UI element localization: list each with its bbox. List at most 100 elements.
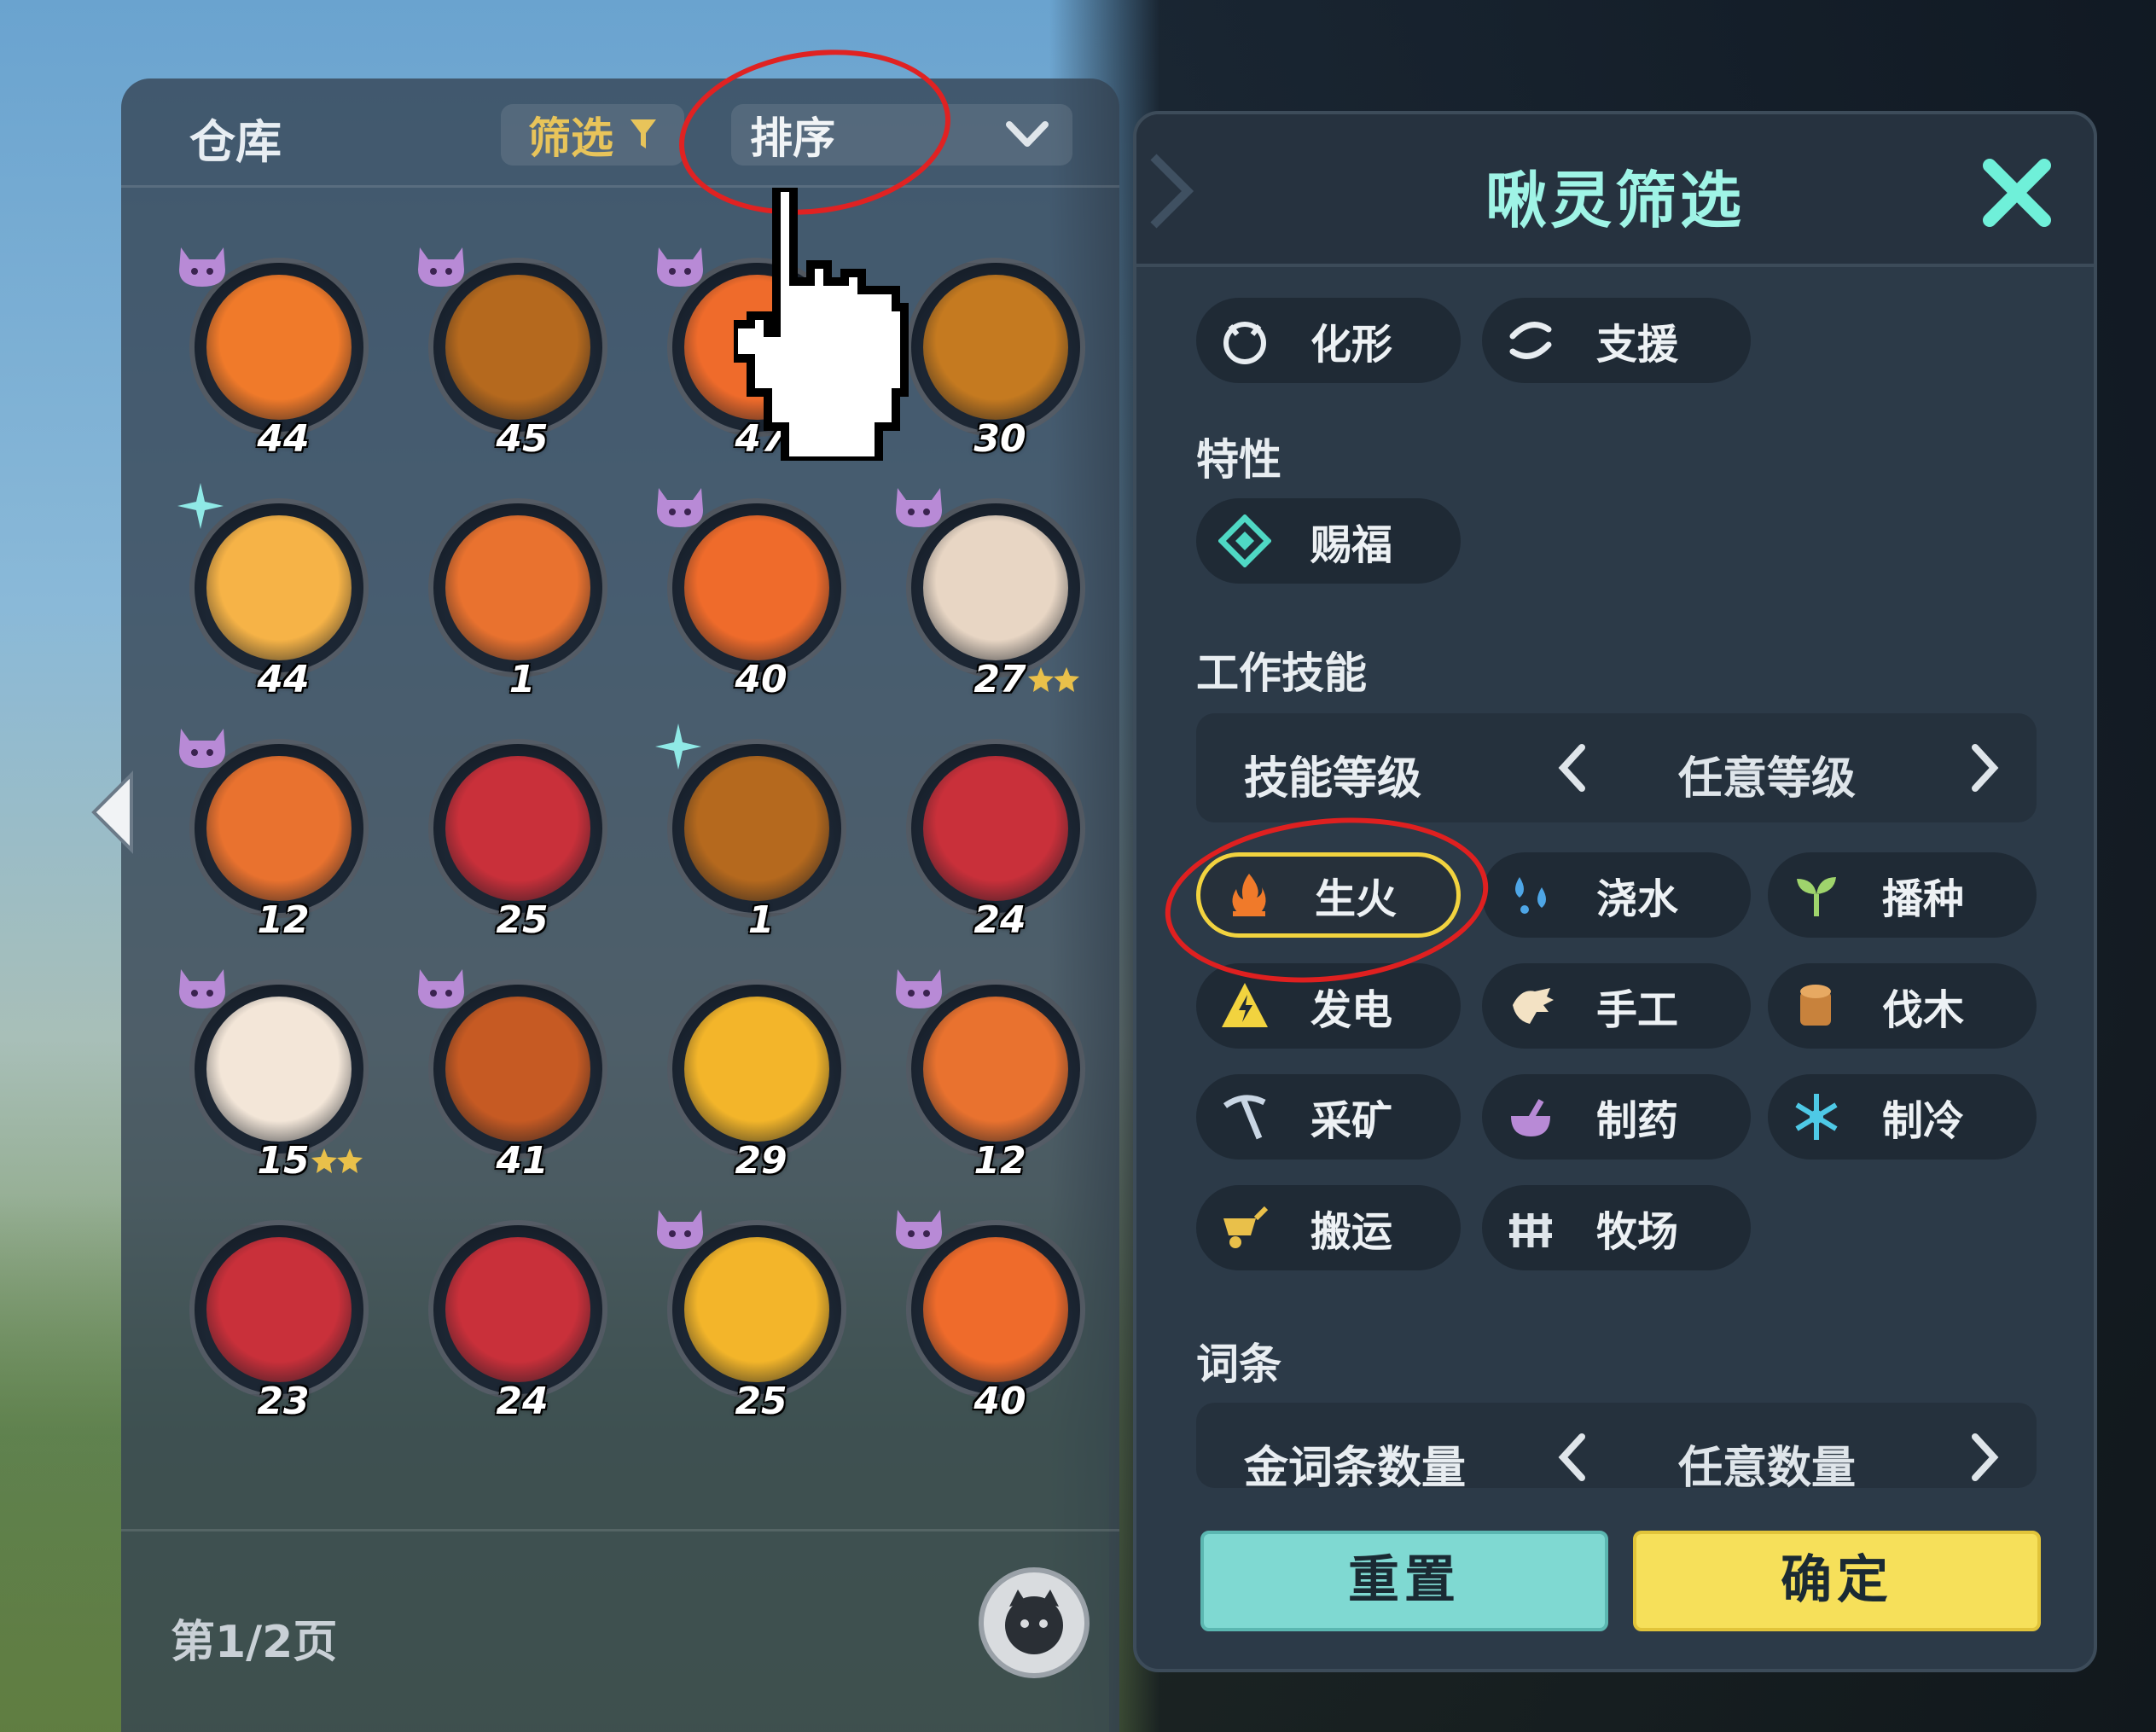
gold-entry-count-label: 金词条数量 — [1244, 1443, 1467, 1488]
pal-card[interactable]: 12 — [896, 969, 1102, 1183]
chip-label: 制药 — [1596, 1097, 1679, 1145]
demon-badge-icon — [657, 247, 703, 287]
chip-label: 播种 — [1882, 875, 1965, 923]
demon-badge-icon — [896, 1210, 942, 1249]
pal-card[interactable]: 45 — [418, 247, 625, 461]
pal-card[interactable]: 40 — [896, 1210, 1102, 1423]
pal-avatar — [428, 739, 607, 918]
pal-card[interactable]: 23 — [181, 1212, 386, 1423]
pal-portrait — [206, 275, 352, 420]
chip-label: 采矿 — [1310, 1097, 1393, 1145]
handiwork-icon — [1513, 988, 1554, 1024]
work-chip-log[interactable]: 伐木 — [1768, 963, 2037, 1049]
work-chip-water[interactable]: 浇水 — [1482, 852, 1751, 938]
pal-face-icon — [1005, 1590, 1063, 1654]
water-icon — [1515, 877, 1546, 914]
reset-button[interactable]: 重置 — [1200, 1531, 1608, 1631]
pal-portrait — [923, 997, 1068, 1142]
demon-badge-icon — [179, 729, 225, 768]
pal-level: 24 — [496, 1380, 549, 1423]
gold-entry-count-value: 任意数量 — [1678, 1443, 1857, 1488]
pal-portrait — [923, 515, 1068, 660]
pal-portrait — [684, 1237, 829, 1382]
pal-level: 44 — [257, 417, 310, 461]
work-chip-snowflake[interactable]: 制冷 — [1768, 1074, 2037, 1160]
pal-card[interactable]: 1 — [420, 490, 625, 701]
entries-section-title: 词条 — [1196, 1340, 1281, 1389]
work-chip-medicine[interactable]: 制药 — [1482, 1074, 1751, 1160]
storage-header: 仓库 筛选 排序 — [121, 78, 1119, 188]
chip-label: 发电 — [1310, 986, 1393, 1034]
work-chip-handiwork[interactable]: 手工 — [1482, 963, 1751, 1049]
pal-card[interactable]: 1 — [655, 724, 863, 942]
pal-card[interactable]: 25 — [420, 730, 625, 942]
pal-level: 44 — [257, 658, 310, 701]
chip-label: 赐福 — [1310, 521, 1393, 569]
work-chip-pickaxe[interactable]: 采矿 — [1196, 1074, 1461, 1160]
page-prev-arrow-icon[interactable] — [87, 770, 138, 855]
pal-level: 25 — [496, 898, 549, 942]
pal-level: 40 — [735, 658, 787, 701]
chip-transform[interactable]: 化形 — [1196, 298, 1461, 383]
close-icon[interactable] — [1974, 150, 2060, 235]
blessing-icon — [1218, 514, 1271, 567]
chevron-left-icon[interactable] — [1555, 1432, 1589, 1483]
chip-label: 搬运 — [1310, 1208, 1393, 1256]
pal-level: 27 — [973, 658, 1026, 701]
demon-badge-icon — [896, 488, 942, 527]
pal-card[interactable]: 24 — [420, 1212, 625, 1423]
sparkle-badge-icon — [655, 724, 701, 770]
chip-label: 牧场 — [1596, 1208, 1679, 1256]
pal-portrait — [445, 756, 590, 901]
pal-portrait — [445, 515, 590, 660]
filter-panel-title: 啾灵筛选 — [1485, 165, 1745, 236]
pal-card[interactable]: 15 — [179, 969, 386, 1183]
storage-title: 仓库 — [189, 115, 282, 169]
pal-card[interactable]: 44 — [177, 483, 386, 701]
pal-card[interactable]: 40 — [657, 488, 863, 701]
cart-icon — [1223, 1206, 1269, 1248]
medicine-icon — [1511, 1099, 1550, 1136]
funnel-icon — [631, 119, 656, 148]
pal-level: 29 — [735, 1139, 787, 1183]
pal-level: 41 — [496, 1139, 549, 1183]
pal-card[interactable]: 12 — [179, 729, 386, 942]
transform-icon — [1223, 322, 1266, 364]
confirm-button[interactable]: 确定 — [1633, 1531, 2041, 1631]
chip-label: 化形 — [1310, 321, 1393, 369]
chevron-left-icon[interactable] — [1555, 742, 1589, 793]
pal-level: 12 — [973, 1139, 1026, 1183]
work-chip-ranch[interactable]: 牧场 — [1482, 1185, 1751, 1270]
chevron-right-icon[interactable] — [1968, 742, 2002, 793]
pal-card[interactable]: 41 — [418, 969, 625, 1183]
sparkle-badge-icon — [177, 483, 224, 529]
chip-label: 支援 — [1596, 321, 1679, 369]
chip-blessing[interactable]: 赐福 — [1196, 498, 1461, 584]
demon-badge-icon — [179, 247, 225, 287]
pal-level: 15 — [257, 1139, 310, 1183]
pal-card[interactable]: 24 — [898, 730, 1102, 942]
pal-portrait — [206, 756, 352, 901]
pal-level: 25 — [735, 1380, 787, 1423]
pal-card[interactable]: 27 — [896, 488, 1102, 701]
traits-section-title: 特性 — [1196, 435, 1281, 485]
pal-portrait — [684, 756, 829, 901]
filter-button[interactable]: 筛选 — [501, 104, 684, 166]
pal-portrait — [445, 1237, 590, 1382]
chevron-right-icon[interactable] — [1968, 1432, 2002, 1483]
pal-level: 23 — [257, 1380, 310, 1423]
demon-badge-icon — [418, 247, 464, 287]
pal-portrait — [445, 997, 590, 1142]
pal-card[interactable]: 44 — [179, 247, 386, 461]
gold-entry-count-stepper: 金词条数量 任意数量 — [1196, 1403, 2037, 1488]
work-chip-sprout[interactable]: 播种 — [1768, 852, 2037, 938]
hand-pointer-icon — [734, 188, 909, 461]
chip-support[interactable]: 支援 — [1482, 298, 1751, 383]
pal-card[interactable]: 25 — [657, 1210, 863, 1423]
pal-level: 40 — [973, 1380, 1026, 1423]
work-chip-cart[interactable]: 搬运 — [1196, 1185, 1461, 1270]
pal-card[interactable]: 29 — [659, 971, 863, 1183]
pal-box-button[interactable] — [979, 1567, 1090, 1678]
demon-badge-icon — [179, 969, 225, 1008]
demon-badge-icon — [657, 1210, 703, 1249]
